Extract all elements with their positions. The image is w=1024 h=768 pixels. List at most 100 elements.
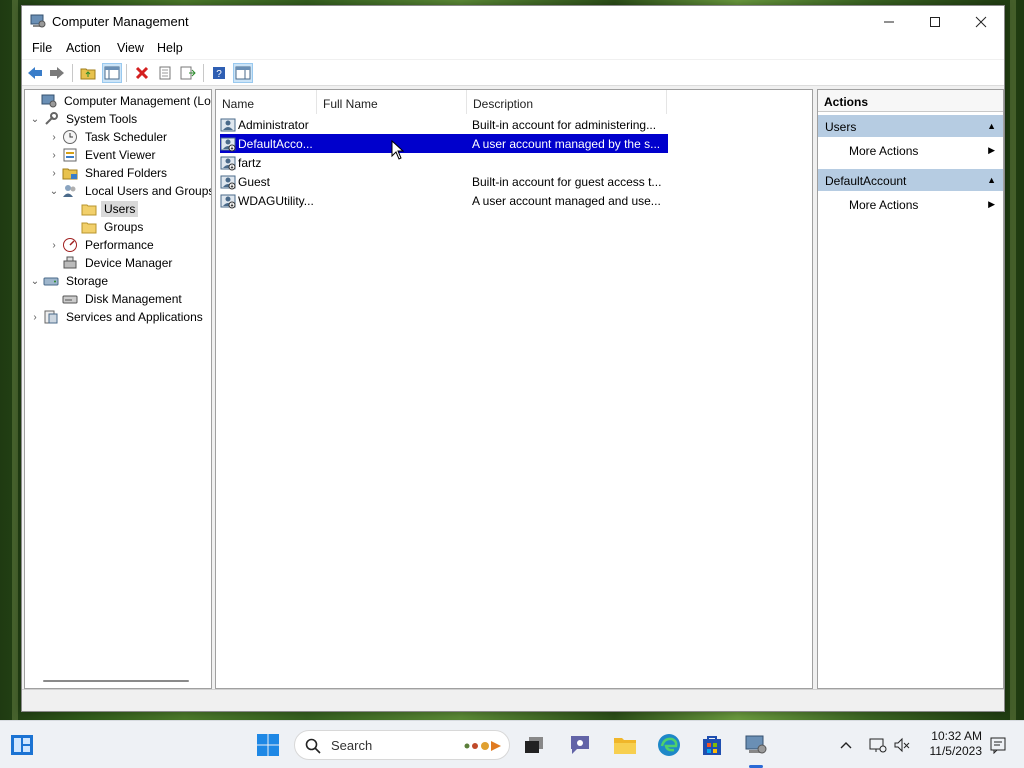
title-bar[interactable]: Computer Management — [22, 6, 1004, 37]
teams-chat-button[interactable] — [564, 729, 596, 761]
tree-item-system-tools[interactable]: ⌄ System Tools — [29, 110, 140, 128]
chevron-right-icon[interactable]: › — [48, 167, 60, 179]
forward-arrow-icon — [50, 67, 64, 79]
svg-text:?: ? — [216, 69, 222, 80]
system-tools-icon — [45, 112, 58, 125]
folder-icon — [81, 222, 97, 234]
more-actions-defaultaccount[interactable]: More Actions ▶ — [818, 193, 1003, 215]
disk-icon — [62, 295, 78, 304]
chevron-down-icon[interactable]: ⌄ — [29, 275, 41, 287]
device-manager-icon — [63, 256, 77, 269]
users-list[interactable]: Name Full Name Description Administrator… — [215, 89, 813, 689]
user-icon — [220, 118, 236, 131]
action-pane-icon — [235, 66, 251, 80]
tree-item-label: Groups — [104, 220, 144, 234]
more-actions-users[interactable]: More Actions ▶ — [818, 139, 1003, 161]
properties-button[interactable] — [155, 63, 175, 83]
delete-button[interactable] — [132, 63, 152, 83]
chevron-right-icon[interactable]: › — [48, 239, 60, 251]
mouse-cursor-icon — [391, 140, 405, 160]
taskbar-search[interactable]: Search — [294, 730, 510, 760]
tree-item-device-manager[interactable]: Device Manager — [48, 254, 175, 272]
column-header-description[interactable]: Description — [467, 90, 667, 114]
window-title: Computer Management — [52, 14, 189, 29]
start-button[interactable] — [252, 729, 284, 761]
search-placeholder: Search — [331, 738, 373, 753]
help-button[interactable]: ? — [209, 63, 229, 83]
user-description: Built-in account for administering... — [472, 117, 657, 132]
chevron-right-icon[interactable]: › — [29, 311, 41, 323]
tree-item-services-and-applications[interactable]: › Services and Applications — [29, 308, 206, 326]
collapse-icon[interactable]: ▲ — [987, 175, 996, 185]
menu-help[interactable]: Help — [157, 41, 183, 55]
chevron-up-icon — [840, 742, 852, 749]
back-button[interactable] — [25, 63, 45, 83]
folder-icon — [81, 204, 97, 216]
close-button[interactable] — [958, 6, 1004, 37]
file-explorer-icon — [614, 738, 636, 754]
search-icon — [305, 738, 321, 754]
disabled-user-icon — [220, 156, 236, 170]
clock[interactable]: 10:32 AM 11/5/2023 — [922, 729, 983, 759]
minimize-button[interactable] — [866, 6, 912, 37]
column-header-full-name[interactable]: Full Name — [317, 90, 467, 114]
task-view-button[interactable] — [518, 729, 550, 761]
show-hide-tree-button[interactable] — [102, 63, 122, 83]
tree-item-local-users-and-groups[interactable]: ⌄ Local Users and Groups — [48, 182, 211, 200]
tree-item-task-scheduler[interactable]: › Task Scheduler — [48, 128, 170, 146]
clock-icon — [63, 130, 77, 144]
chevron-down-icon[interactable]: ⌄ — [48, 185, 60, 197]
user-row-guest[interactable]: Guest Built-in account for guest access … — [220, 172, 668, 191]
widgets-button[interactable] — [6, 729, 38, 761]
chevron-down-icon[interactable]: ⌄ — [29, 113, 41, 125]
console-tree[interactable]: Computer Management (Local ⌄ System Tool… — [24, 89, 212, 689]
edge-browser-button[interactable] — [653, 729, 685, 761]
file-explorer-button[interactable] — [609, 729, 641, 761]
menu-action[interactable]: Action — [66, 41, 101, 55]
collapse-icon[interactable]: ▲ — [987, 121, 996, 131]
tree-item-users[interactable]: Users — [67, 200, 139, 218]
user-description: Built-in account for guest access t... — [472, 174, 662, 189]
tree-item-computer-management[interactable]: Computer Management (Local — [27, 92, 211, 110]
forward-button[interactable] — [47, 63, 67, 83]
show-action-pane-button[interactable] — [233, 63, 253, 83]
notifications-button[interactable] — [982, 729, 1014, 761]
user-row-administrator[interactable]: Administrator Built-in account for admin… — [220, 115, 668, 134]
tree-item-event-viewer[interactable]: › Event Viewer — [48, 146, 158, 164]
maximize-icon — [930, 16, 940, 27]
volume-status[interactable] — [886, 729, 918, 761]
user-row-fartz[interactable]: fartz — [220, 153, 668, 172]
shared-folders-icon — [62, 168, 78, 180]
tree-item-disk-management[interactable]: Disk Management — [48, 290, 185, 308]
up-level-button[interactable] — [78, 63, 98, 83]
menu-view[interactable]: View — [117, 41, 144, 55]
section-header-label: DefaultAccount — [825, 174, 907, 188]
maximize-button[interactable] — [912, 6, 958, 37]
users-groups-icon — [63, 185, 76, 197]
menu-file[interactable]: File — [32, 41, 52, 55]
action-label: More Actions — [849, 144, 919, 158]
show-hidden-icons-button[interactable] — [830, 729, 862, 761]
user-description: A user account managed by the s... — [472, 136, 661, 151]
computer-management-taskbar-button[interactable] — [740, 729, 772, 761]
status-bar — [22, 689, 1004, 711]
tree-item-shared-folders[interactable]: › Shared Folders — [48, 164, 170, 182]
submenu-arrow-icon: ▶ — [988, 145, 995, 155]
export-list-button[interactable] — [178, 63, 198, 83]
user-row-wdagutilityaccount[interactable]: WDAGUtility... A user account managed an… — [220, 191, 668, 210]
storage-icon — [43, 277, 59, 286]
disabled-user-icon — [220, 137, 236, 151]
chevron-right-icon[interactable]: › — [48, 149, 60, 161]
tree-item-groups[interactable]: Groups — [67, 218, 146, 236]
actions-section-defaultaccount[interactable]: DefaultAccount ▲ — [818, 169, 1003, 191]
microsoft-store-button[interactable] — [696, 729, 728, 761]
column-header-name[interactable]: Name — [216, 90, 317, 114]
tree-item-performance[interactable]: › Performance — [48, 236, 157, 254]
tree-item-storage[interactable]: ⌄ Storage — [29, 272, 111, 290]
horizontal-scrollbar[interactable] — [43, 680, 189, 682]
chevron-right-icon[interactable]: › — [48, 131, 60, 143]
actions-title: Actions — [818, 90, 1003, 112]
actions-section-users[interactable]: Users ▲ — [818, 115, 1003, 137]
user-description: A user account managed and use... — [472, 193, 661, 208]
user-row-defaultaccount[interactable]: DefaultAcco... A user account managed by… — [220, 134, 668, 153]
